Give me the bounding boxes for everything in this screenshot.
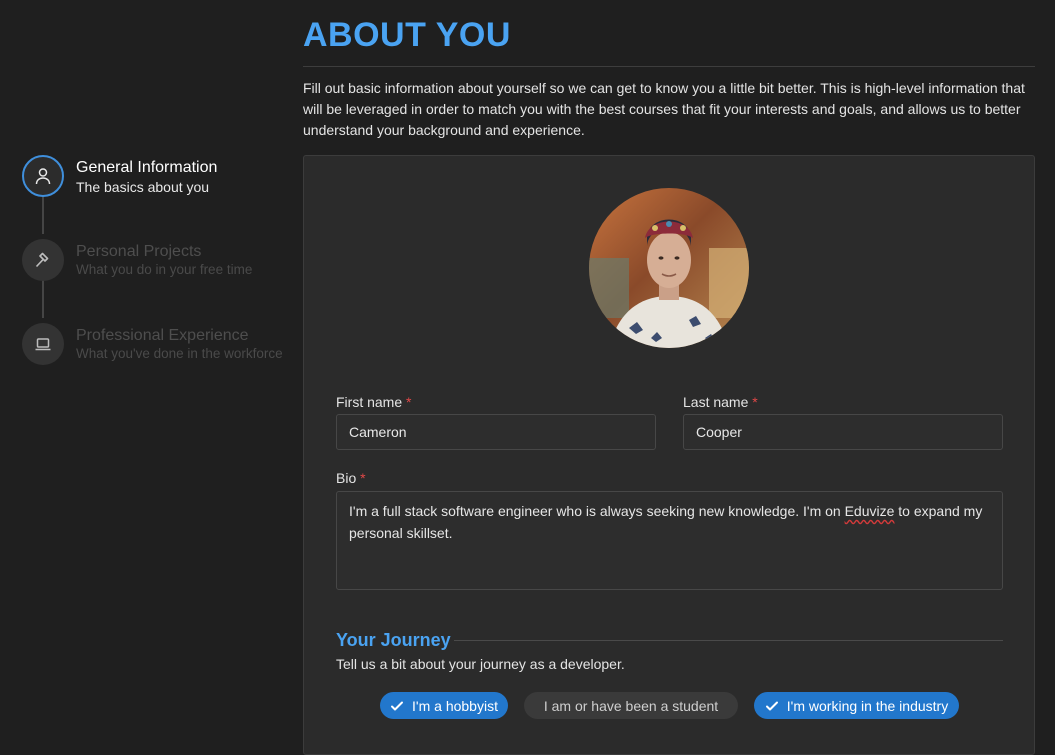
step-title: Professional Experience [76,327,249,344]
chip-student[interactable]: I am or have been a student [524,692,738,719]
required-marker: * [360,470,366,486]
general-information-card: First name * Last name * Bio * I'm a ful… [303,155,1035,755]
user-icon [35,168,51,185]
first-name-input[interactable] [336,414,656,450]
step-title: General Information [76,159,218,176]
journey-section-title: Your Journey [336,630,451,650]
bio-label: Bio * [336,470,366,486]
journey-divider [454,640,1003,641]
chip-hobbyist[interactable]: I'm a hobbyist [380,692,508,719]
bio-misspelled-word: Eduvize [844,503,895,519]
step-connector [42,192,44,234]
first-name-label: First name * [336,394,411,410]
chip-label: I am or have been a student [543,697,719,714]
step-circle [22,155,64,197]
required-marker: * [406,394,412,410]
chip-label: I'm a hobbyist [412,697,498,714]
step-subtitle: What you've done in the workforce [76,346,283,361]
bio-text: I'm a full stack software engineer who i… [349,503,845,519]
step-circle [22,239,64,281]
chip-industry[interactable]: I'm working in the industry [754,692,959,719]
step-subtitle: The basics about you [76,179,210,195]
last-name-input[interactable] [683,414,1003,450]
page-title: ABOUT YOU [303,16,511,54]
check-icon [391,701,404,710]
intro-text: Fill out basic information about yoursel… [303,80,1025,138]
profile-photo [589,188,749,348]
last-name-label-text: Last name [683,394,749,410]
step-subtitle: What you do in your free time [76,262,253,277]
hammer-icon [35,252,49,268]
title-divider [303,66,1035,67]
avatar[interactable] [589,188,749,348]
journey-subtitle: Tell us a bit about your journey as a de… [336,656,625,672]
bio-textarea[interactable]: I'm a full stack software engineer who i… [336,491,1003,590]
first-name-label-text: First name [336,394,403,410]
last-name-label: Last name * [683,394,758,410]
step-circle [22,323,64,365]
step-title: Personal Projects [76,243,202,260]
chip-label: I'm working in the industry [786,697,949,714]
check-icon [765,701,778,710]
required-marker: * [752,394,758,410]
step-connector [42,276,44,318]
laptop-icon [35,338,51,351]
bio-label-text: Bio [336,470,357,486]
